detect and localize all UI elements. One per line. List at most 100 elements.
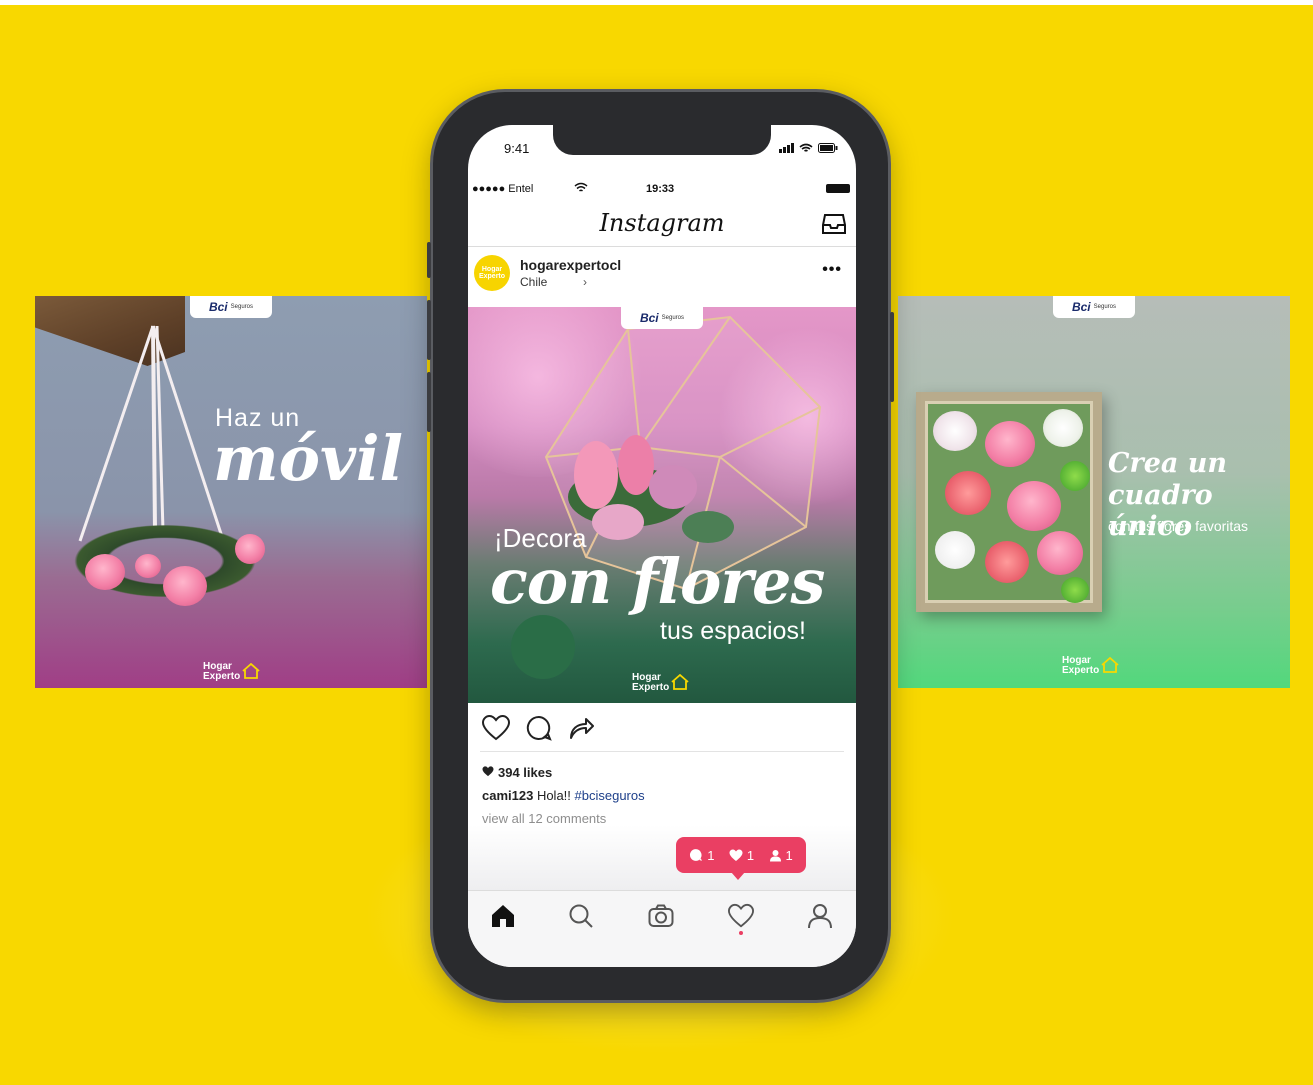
bci-logo-sub: Seguros xyxy=(230,304,254,310)
bci-logo-text: Bci xyxy=(639,311,659,325)
headline-subtext: con tus flores favoritas xyxy=(1108,518,1249,534)
headline-line-1: Crea un xyxy=(1108,448,1228,479)
phone-mockup: 9:41 ●●●●● Entel 19:33 Instagram Hogar E… xyxy=(427,92,894,1000)
more-options-icon[interactable]: ••• xyxy=(822,261,842,279)
heart-filled-icon xyxy=(482,766,494,777)
heart-filled-icon xyxy=(729,849,743,861)
post-image[interactable]: Bci Seguros ¡Decora con flores tus espac… xyxy=(468,307,856,703)
notif-comments-count: 1 xyxy=(707,847,715,863)
coral-rose xyxy=(985,541,1029,583)
logo-line-2: Experto xyxy=(203,671,241,682)
mute-switch xyxy=(427,242,431,278)
bci-logo-text: Bci xyxy=(208,300,228,314)
activity-dot xyxy=(739,931,743,935)
post-location[interactable]: Chile xyxy=(520,275,547,289)
status-time: 9:41 xyxy=(504,141,530,156)
heart-icon[interactable] xyxy=(728,903,754,929)
pink-flower xyxy=(135,554,161,578)
bci-logo-sub: Seguros xyxy=(1093,304,1117,310)
house-icon xyxy=(242,663,260,679)
green-chrysanthemum xyxy=(1061,577,1089,603)
notif-likes: 1 xyxy=(729,848,754,863)
post-header: Hogar Experto hogarexpertocl Chile › ••• xyxy=(468,249,856,299)
home-indicator-area xyxy=(468,950,856,967)
instagram-header: Instagram xyxy=(468,203,856,247)
notif-follows-count: 1 xyxy=(785,847,793,863)
volume-down-button xyxy=(427,372,431,432)
chevron-right-icon: › xyxy=(583,275,587,289)
instagram-status-bar: ●●●●● Entel 19:33 xyxy=(468,182,856,201)
camera-icon[interactable] xyxy=(648,903,674,929)
headline-script: móvil xyxy=(213,422,404,495)
inbox-icon[interactable] xyxy=(822,213,846,235)
avatar-text: Hogar Experto xyxy=(478,266,506,280)
coral-rose xyxy=(945,471,991,515)
volume-up-button xyxy=(427,300,431,360)
battery-icon xyxy=(818,143,838,153)
bci-brand-tab: Bci Seguros xyxy=(1053,296,1135,318)
divider xyxy=(480,751,844,752)
carrier-label: ●●●●● Entel xyxy=(472,183,534,195)
white-flower xyxy=(933,411,977,451)
phone-screen: 9:41 ●●●●● Entel 19:33 Instagram Hogar E… xyxy=(468,125,856,967)
activity-notification[interactable]: 1 1 1 xyxy=(676,837,806,873)
notif-follows: 1 xyxy=(769,848,793,863)
power-button xyxy=(890,312,894,402)
wifi-icon xyxy=(799,143,813,152)
right-post-card: Bci Seguros Crea un cuadro único con tus… xyxy=(898,296,1290,688)
logo-line-2: Experto xyxy=(1062,665,1100,676)
likes-count[interactable]: 394 likes xyxy=(482,765,552,780)
notif-likes-count: 1 xyxy=(746,847,755,863)
search-icon[interactable] xyxy=(568,903,594,929)
share-icon[interactable] xyxy=(568,715,594,741)
caption-text: Hola!! xyxy=(533,788,575,803)
left-post-card: Bci Seguros Haz un móvil Hogar Experto xyxy=(35,296,427,688)
flower-picture-frame xyxy=(916,392,1102,612)
avatar[interactable]: Hogar Experto xyxy=(474,255,510,291)
pink-rose xyxy=(1037,531,1083,575)
caption-hashtag[interactable]: #bciseguros xyxy=(575,788,645,803)
phone-notch xyxy=(553,125,771,155)
pink-flower xyxy=(85,554,125,590)
home-icon[interactable] xyxy=(490,903,516,929)
status-icons xyxy=(779,143,838,153)
hogar-experto-logo: Hogar Experto xyxy=(632,673,689,693)
wifi-icon xyxy=(574,182,588,192)
status-clock: 19:33 xyxy=(646,183,675,195)
comment-filled-icon xyxy=(690,849,703,861)
post-actions xyxy=(468,711,856,747)
bci-logo-text: Bci xyxy=(1071,300,1091,314)
comment-icon[interactable] xyxy=(526,715,552,741)
pink-flower xyxy=(163,566,207,606)
notification-pointer xyxy=(731,872,745,880)
post-headline-3: tus espacios! xyxy=(660,617,806,645)
heart-icon[interactable] xyxy=(482,715,510,741)
post-headline-2: con flores xyxy=(490,545,825,618)
white-flower xyxy=(1043,409,1083,447)
post-username[interactable]: hogarexpertocl xyxy=(520,257,621,273)
logo-line-2: Experto xyxy=(632,682,670,693)
notif-comments: 1 xyxy=(689,848,714,863)
view-comments-link[interactable]: view all 12 comments xyxy=(482,811,606,826)
person-filled-icon xyxy=(769,849,781,861)
bci-brand-tab: Bci Seguros xyxy=(621,307,703,329)
pink-flower xyxy=(235,534,265,564)
bottom-tab-bar xyxy=(468,890,856,950)
bci-brand-tab: Bci Seguros xyxy=(190,296,272,318)
white-flower xyxy=(935,531,975,569)
caption-user[interactable]: cami123 xyxy=(482,788,533,803)
battery-icon xyxy=(826,184,850,193)
likes-text: 394 likes xyxy=(498,765,553,780)
profile-icon[interactable] xyxy=(807,903,833,929)
bci-logo-sub: Seguros xyxy=(661,315,685,321)
house-icon xyxy=(1101,657,1119,673)
green-chrysanthemum xyxy=(1060,461,1090,491)
hogar-experto-logo: Hogar Experto xyxy=(1062,656,1119,676)
pink-rose xyxy=(1007,481,1061,531)
pink-rose xyxy=(985,421,1035,467)
signal-icon xyxy=(779,143,794,153)
hogar-experto-logo: Hogar Experto xyxy=(203,662,260,682)
yellow-backdrop: Bci Seguros Haz un móvil Hogar Experto B… xyxy=(0,5,1313,1085)
instagram-logo: Instagram xyxy=(599,209,725,237)
house-icon xyxy=(671,674,689,690)
